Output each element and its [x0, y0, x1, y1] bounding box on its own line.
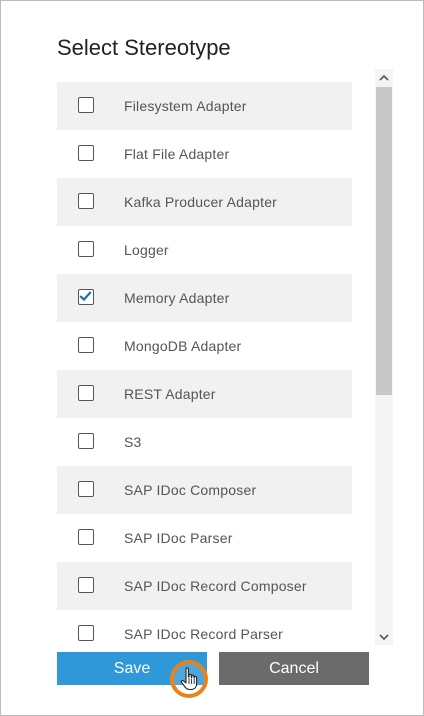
- list-item[interactable]: Flat File Adapter: [57, 130, 352, 178]
- list-item[interactable]: SAP IDoc Record Parser: [57, 610, 352, 645]
- list-item-label: MongoDB Adapter: [124, 338, 242, 354]
- checkbox[interactable]: [78, 145, 94, 161]
- chevron-up-icon[interactable]: [375, 69, 393, 85]
- list-item[interactable]: SAP IDoc Composer: [57, 466, 352, 514]
- checkbox[interactable]: [78, 97, 94, 113]
- list-item[interactable]: Memory Adapter: [57, 274, 352, 322]
- list-item[interactable]: SAP IDoc Parser: [57, 514, 352, 562]
- list-item[interactable]: SAP IDoc Record Composer: [57, 562, 352, 610]
- stereotype-list[interactable]: Filesystem Adapter Flat File Adapter Kaf…: [57, 82, 353, 645]
- hand-pointer-icon: [169, 659, 209, 699]
- list-item-label: S3: [124, 434, 142, 450]
- checkbox[interactable]: [78, 433, 94, 449]
- checkbox[interactable]: [78, 625, 94, 641]
- cancel-button[interactable]: Cancel: [219, 652, 369, 685]
- list-scrollbar[interactable]: [375, 69, 393, 645]
- checkbox[interactable]: [78, 385, 94, 401]
- list-item-label: REST Adapter: [124, 386, 216, 402]
- list-item[interactable]: REST Adapter: [57, 370, 352, 418]
- list-item-label: SAP IDoc Record Composer: [124, 578, 307, 594]
- list-item-label: Logger: [124, 242, 169, 258]
- checkbox-checked[interactable]: [78, 289, 94, 305]
- check-icon: [79, 291, 92, 302]
- chevron-down-icon[interactable]: [375, 629, 393, 645]
- list-item-label: Flat File Adapter: [124, 146, 230, 162]
- dialog-title: Select Stereotype: [57, 35, 231, 60]
- list-item-label: Filesystem Adapter: [124, 98, 247, 114]
- select-stereotype-dialog: Select Stereotype Filesystem Adapter Fla…: [0, 0, 424, 716]
- list-item-label: SAP IDoc Parser: [124, 530, 233, 546]
- list-item[interactable]: Filesystem Adapter: [57, 82, 352, 130]
- list-item[interactable]: MongoDB Adapter: [57, 322, 352, 370]
- scrollbar-thumb[interactable]: [376, 87, 392, 395]
- checkbox[interactable]: [78, 577, 94, 593]
- list-item-label: Memory Adapter: [124, 290, 230, 306]
- checkbox[interactable]: [78, 529, 94, 545]
- checkbox[interactable]: [78, 193, 94, 209]
- list-item-label: SAP IDoc Composer: [124, 482, 257, 498]
- checkbox[interactable]: [78, 481, 94, 497]
- list-item[interactable]: Logger: [57, 226, 352, 274]
- list-item-label: Kafka Producer Adapter: [124, 194, 278, 210]
- list-item[interactable]: S3: [57, 418, 352, 466]
- list-item-label: SAP IDoc Record Parser: [124, 626, 283, 642]
- checkbox[interactable]: [78, 337, 94, 353]
- checkbox[interactable]: [78, 241, 94, 257]
- list-item[interactable]: Kafka Producer Adapter: [57, 178, 352, 226]
